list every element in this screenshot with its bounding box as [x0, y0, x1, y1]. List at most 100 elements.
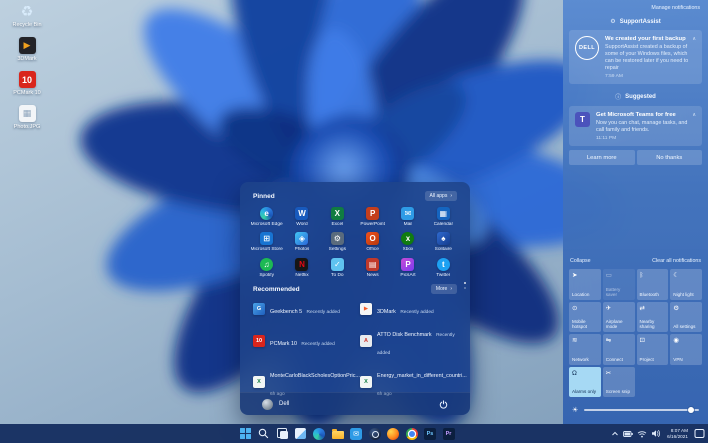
- all-settings-tile[interactable]: ⚙ All settings: [670, 302, 702, 333]
- teams-suggestion-card[interactable]: T Get Microsoft Teams for free Now you c…: [569, 106, 702, 146]
- airplane-mode-tile[interactable]: ✈ Airplane mode: [603, 302, 635, 333]
- news-icon: ▤: [366, 258, 379, 271]
- taskbar-premiere-button[interactable]: Pr: [442, 427, 456, 441]
- suggested-section-header: ⓘ Suggested: [563, 92, 708, 101]
- task-view-button[interactable]: [275, 427, 289, 441]
- recycle-bin-icon: ♻: [19, 3, 36, 20]
- pinned-app-photos[interactable]: ◈ Photos: [284, 232, 319, 252]
- taskbar: ✉ Ps Pr: [0, 424, 708, 443]
- taskbar-clock[interactable]: 8:07 AM 6/16/2021: [667, 428, 688, 439]
- word-icon: W: [295, 207, 308, 220]
- tile-label: Project: [640, 357, 666, 362]
- chrome-icon: [406, 428, 418, 440]
- bluetooth-tile[interactable]: ᛒ Bluetooth: [637, 269, 669, 300]
- taskbar-chrome-button[interactable]: [405, 427, 419, 441]
- taskbar-edge-button[interactable]: [312, 427, 326, 441]
- tray-overflow-button[interactable]: [611, 430, 619, 438]
- office-icon: O: [366, 232, 379, 245]
- pinned-app-spotify[interactable]: ♫ Spotify: [249, 258, 284, 278]
- learn-more-button[interactable]: Learn more: [569, 150, 635, 165]
- night-light-tile[interactable]: ☾ Night light: [670, 269, 702, 300]
- user-name[interactable]: Dell: [279, 401, 289, 407]
- network-status[interactable]: [637, 430, 647, 438]
- taskbar-mail-button[interactable]: ✉: [349, 427, 363, 441]
- supportassist-notification-card[interactable]: DELL We created your first backup Suppor…: [569, 30, 702, 84]
- project-tile[interactable]: ⊡ Project: [637, 334, 669, 365]
- pinned-app-calendar[interactable]: ▦ Calendar: [426, 207, 461, 227]
- volume-status[interactable]: [651, 429, 661, 438]
- brightness-slider-knob[interactable]: [688, 407, 695, 414]
- tile-label: Connect: [606, 357, 632, 362]
- pinned-app-powerpoint[interactable]: P PowerPoint: [355, 207, 390, 227]
- taskbar-photoshop-button[interactable]: Ps: [423, 427, 437, 441]
- power-button[interactable]: [439, 400, 448, 409]
- no-thanks-button[interactable]: No thanks: [637, 150, 703, 165]
- recommended-sub: Recently added: [400, 310, 433, 315]
- settings-gear-icon: ⚙: [673, 305, 699, 312]
- alarms-only-tile[interactable]: Ω Alarms only: [569, 367, 601, 398]
- file-explorer-button[interactable]: [331, 427, 345, 441]
- desktop: ♻ Recycle Bin ▶ 3DMark 10 PCMark 10 ▦ Ph…: [0, 0, 708, 443]
- pinned-app-excel[interactable]: X Excel: [320, 207, 355, 227]
- taskbar-steam-button[interactable]: [368, 427, 382, 441]
- chevron-up-icon[interactable]: ∧: [692, 36, 696, 42]
- mail-envelope-icon: ✉: [350, 428, 362, 440]
- task-view-icon-front: [280, 431, 288, 439]
- clear-all-notifications-link[interactable]: Clear all notifications: [652, 258, 701, 264]
- battery-status[interactable]: [623, 430, 633, 438]
- pinned-app-word[interactable]: W Word: [284, 207, 319, 227]
- nearby-sharing-tile[interactable]: ⇄ Nearby sharing: [637, 302, 669, 333]
- pinned-app-microsoft-edge[interactable]: e Microsoft Edge: [249, 207, 284, 227]
- connect-icon: ⇋: [606, 337, 632, 344]
- connect-tile[interactable]: ⇋ Connect: [603, 334, 635, 365]
- chevron-up-icon[interactable]: ∧: [692, 112, 696, 118]
- pinned-app-office[interactable]: O Office: [355, 232, 390, 252]
- pinned-app-settings[interactable]: ⚙ Settings: [320, 232, 355, 252]
- user-avatar[interactable]: [262, 399, 273, 410]
- recommended-item-pcmark[interactable]: 10 PCMark 10 Recently added: [253, 323, 350, 359]
- pinned-app-netflix[interactable]: N Netflix: [284, 258, 319, 278]
- manage-notifications-link[interactable]: Manage notifications: [651, 5, 700, 11]
- pinned-app-xbox[interactable]: x Xbox: [390, 232, 425, 252]
- widgets-button[interactable]: [294, 427, 308, 441]
- pinned-app-mail[interactable]: ✉ Mail: [390, 207, 425, 227]
- tile-label: Bluetooth: [640, 292, 666, 297]
- action-center-button[interactable]: [694, 428, 705, 439]
- all-apps-button[interactable]: All apps ›: [425, 191, 457, 201]
- desktop-icon-label: PCMark 10: [13, 90, 41, 96]
- action-center-panel: Manage notifications ⚙ SupportAssist DEL…: [563, 0, 708, 424]
- recommended-item-geekbench[interactable]: G Geekbench 5 Recently added: [253, 300, 350, 318]
- taskbar-firefox-button[interactable]: [386, 427, 400, 441]
- pinned-app-solitaire[interactable]: ♠ Solitaire: [426, 232, 461, 252]
- collapse-link[interactable]: Collapse: [570, 258, 591, 264]
- desktop-icon-jpg-file[interactable]: ▦ Photo.JPG: [4, 105, 50, 130]
- pinned-app-todo[interactable]: ✓ To Do: [320, 258, 355, 278]
- app-label: Excel: [331, 222, 343, 227]
- search-button[interactable]: [257, 427, 271, 441]
- clock-time: 8:07 AM: [667, 428, 688, 433]
- recommended-item-3dmark[interactable]: ▶ 3DMark Recently added: [360, 300, 457, 318]
- start-button[interactable]: [238, 427, 252, 441]
- nearby-sharing-icon: ⇄: [640, 305, 666, 312]
- pinned-scroll-indicator[interactable]: [464, 282, 466, 289]
- more-button[interactable]: More ›: [431, 284, 457, 294]
- desktop-icon-pcmark[interactable]: 10 PCMark 10: [4, 71, 50, 96]
- desktop-icon-3dmark[interactable]: ▶ 3DMark: [4, 37, 50, 62]
- notification-title: We created your first backup: [605, 36, 696, 42]
- pinned-app-picsart[interactable]: P PicsArt: [390, 258, 425, 278]
- battery-saver-tile[interactable]: ▭ Battery saver: [603, 269, 635, 300]
- pinned-app-microsoft-store[interactable]: ⊞ Microsoft Store: [249, 232, 284, 252]
- pinned-app-news[interactable]: ▤ News: [355, 258, 390, 278]
- vpn-tile[interactable]: ◉ VPN: [670, 334, 702, 365]
- twitter-icon: t: [437, 258, 450, 271]
- recommended-item-atto[interactable]: A ATTO Disk Benchmark Recently added: [360, 323, 457, 359]
- desktop-icon-recycle-bin[interactable]: ♻ Recycle Bin: [4, 3, 50, 28]
- brightness-slider[interactable]: [584, 409, 699, 411]
- location-tile[interactable]: ➤ Location: [569, 269, 601, 300]
- mobile-hotspot-tile[interactable]: ⊙ Mobile hotspot: [569, 302, 601, 333]
- network-tile[interactable]: ≋ Network: [569, 334, 601, 365]
- pinned-app-twitter[interactable]: t Twitter: [426, 258, 461, 278]
- mobile-hotspot-icon: ⊙: [572, 305, 598, 312]
- screen-snip-tile[interactable]: ✂ Screen snip: [603, 367, 635, 398]
- more-label: More: [436, 286, 447, 292]
